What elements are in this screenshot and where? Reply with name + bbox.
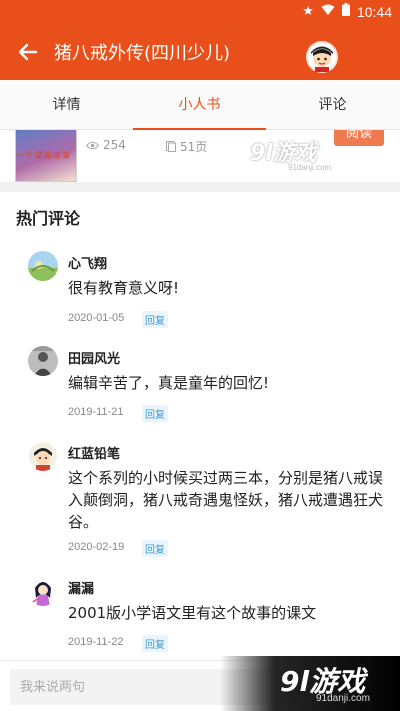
comment-text: 这个系列的小时候买过两三本，分别是猪八戒误入颠倒洞，猪八戒奇遇鬼怪妖，猪八戒遭遇… [68,469,384,531]
app-bar: 猪八戒外传(四川少儿) [0,24,400,80]
watermark-bottom: 9l游戏 91danji.com [220,656,400,711]
tab-comic[interactable]: 小人书 [133,80,266,130]
comment-user[interactable]: 红蓝铅笔 [68,443,120,462]
avatar[interactable] [28,441,58,471]
watermark-url: 91danji.com [288,163,332,172]
battery-icon [341,3,350,20]
comment-user[interactable]: 田园风光 [68,348,120,367]
star-icon: ★ [302,4,314,19]
page-title: 猪八戒外传(四川少儿) [54,43,231,64]
reply-button[interactable]: 回复 [142,635,168,652]
pages-count: 51页 [180,140,208,154]
comment-date: 2020-02-19 [68,541,125,553]
avatar[interactable] [28,346,58,376]
tab-details[interactable]: 详情 [0,80,133,130]
avatar[interactable] [28,251,58,281]
reply-button[interactable]: 回复 [142,540,168,557]
status-icons: ★ 10:44 [302,3,392,20]
pages-icon [166,141,176,152]
section-divider [0,182,400,192]
status-time: 10:44 [356,3,392,20]
cover-caption: 一个蜻蜓故事 [17,151,71,160]
avatar[interactable] [28,576,58,606]
watermark-url: 91danji.com [316,693,370,704]
eye-icon [86,141,99,149]
views-stat: 254 [86,138,126,152]
comment-user[interactable]: 心飞翔 [68,253,107,272]
arrow-left-icon [18,43,38,61]
comment-text: 编辑辛苦了，真是童年的回忆! [68,374,270,392]
read-button[interactable]: 阅读 [334,130,384,146]
back-button[interactable] [14,38,42,66]
tab-bar: 详情 小人书 评论 [0,80,400,130]
hot-comments-title: 热门评论 [16,209,81,228]
pages-stat: 51页 [166,138,207,155]
comment-date: 2019-11-21 [68,406,124,418]
comment-text: 很有教育意义呀! [68,279,180,297]
book-info: 一个蜻蜓故事 254 51页 阅读 [0,130,400,182]
status-bar: ★ 10:44 [0,0,400,24]
reply-button[interactable]: 回复 [142,405,168,422]
comment-text: 2001版小学语文里有这个故事的课文 [68,604,317,622]
wifi-icon [321,4,335,20]
comment-user[interactable]: 漏漏 [68,578,94,597]
user-avatar[interactable] [306,41,338,73]
reply-button[interactable]: 回复 [142,311,168,328]
views-count: 254 [103,138,126,152]
comment-date: 2019-11-22 [68,636,124,648]
tab-comments[interactable]: 评论 [266,80,399,130]
comment-date: 2020-01-05 [68,312,125,324]
